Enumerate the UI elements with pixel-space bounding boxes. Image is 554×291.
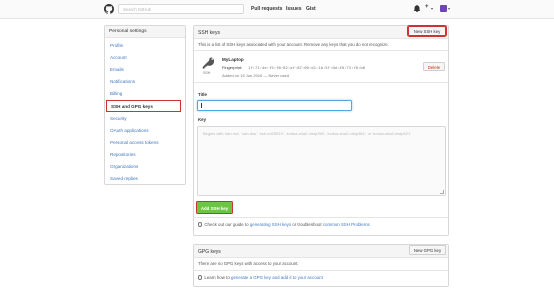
sidebar-item-ssh-gpg-keys[interactable]: SSH and GPG keys: [106, 100, 181, 112]
ssh-badge: SSH: [203, 71, 211, 75]
ssh-keys-description: This is a list of SSH keys associated wi…: [198, 42, 389, 47]
sidebar-item-personal-access-tokens[interactable]: Personal access tokens: [110, 140, 159, 145]
text-cursor: [201, 103, 202, 108]
info-icon: [198, 275, 203, 280]
delete-ssh-key-button[interactable]: Delete: [423, 62, 445, 71]
title-field[interactable]: [197, 100, 352, 111]
divider: [194, 217, 448, 218]
gpg-help-text: Learn how to generate a GPG key and add …: [198, 275, 323, 280]
sidebar-item-repositories[interactable]: Repositories: [110, 152, 136, 157]
gpg-keys-title: GPG keys: [198, 248, 221, 255]
generating-ssh-keys-link[interactable]: generating SSH keys: [250, 222, 291, 227]
key-field-label: Key: [198, 117, 207, 122]
resize-grip-icon[interactable]: [440, 190, 444, 194]
fingerprint-value: 1f:71:4e:f5:f6:82:af:67:09:d1:1b:5f:0d:4…: [248, 65, 366, 70]
generate-gpg-key-link[interactable]: generate a GPG key and add it to your ac…: [231, 275, 323, 280]
search-input[interactable]: Search GitHub: [118, 4, 244, 14]
ssh-help-text: Check out our guide to generating SSH ke…: [198, 222, 370, 227]
nav-gist[interactable]: Gist: [306, 6, 316, 12]
divider: [194, 50, 448, 51]
plus-icon[interactable]: +: [425, 4, 429, 10]
settings-sidebar: Personal settings Profile Account Emails…: [104, 25, 186, 185]
sidebar-item-emails[interactable]: Emails: [110, 67, 124, 72]
fingerprint-label: Fingerprint:: [222, 65, 243, 70]
key-textarea[interactable]: Begins with 'ssh-rsa', 'ssh-dss', 'ssh-e…: [197, 126, 446, 196]
divider: [194, 270, 448, 271]
ssh-keys-title: SSH keys: [198, 29, 220, 36]
sidebar-title: Personal settings: [105, 26, 185, 38]
ssh-key-name: MyLaptop: [222, 57, 244, 62]
new-gpg-key-button[interactable]: New GPG key: [409, 245, 446, 255]
sidebar-item-saved-replies[interactable]: Saved replies: [110, 176, 138, 181]
title-field-label: Title: [198, 92, 207, 97]
sidebar-item-profile[interactable]: Profile: [110, 43, 123, 48]
sidebar-item-account[interactable]: Account: [110, 55, 127, 60]
nav-pull-requests[interactable]: Pull requests: [251, 6, 282, 12]
new-ssh-key-button[interactable]: New SSH key: [407, 25, 447, 37]
sidebar-item-billing[interactable]: Billing: [110, 91, 122, 96]
key-textarea-placeholder: Begins with 'ssh-rsa', 'ssh-dss', 'ssh-e…: [203, 131, 411, 136]
gpg-empty-message: There are no GPG keys with access to you…: [198, 261, 299, 266]
site-header: Search GitHub Pull requests Issues Gist …: [0, 0, 554, 19]
key-added-date: Added on 15 Jun 2016 — Never used: [222, 73, 289, 78]
avatar-icon[interactable]: [440, 5, 447, 12]
info-icon: [198, 222, 203, 227]
chevron-down-icon[interactable]: ▾: [431, 6, 433, 11]
bell-icon[interactable]: [414, 5, 420, 12]
chevron-down-icon[interactable]: ▾: [448, 6, 450, 11]
sidebar-item-notifications[interactable]: Notifications: [110, 79, 135, 84]
search-placeholder: Search GitHub: [123, 7, 152, 12]
nav-issues[interactable]: Issues: [286, 6, 302, 12]
github-logo-icon[interactable]: [104, 4, 114, 14]
divider: [194, 82, 448, 83]
sidebar-item-security[interactable]: Security: [110, 116, 127, 121]
add-ssh-key-button[interactable]: Add SSH key: [196, 201, 233, 214]
key-icon: [202, 57, 214, 69]
sidebar-item-oauth-applications[interactable]: OAuth applications: [110, 128, 149, 133]
sidebar-item-organizations[interactable]: Organizations: [110, 164, 138, 169]
common-ssh-problems-link[interactable]: common SSH Problems: [323, 222, 370, 227]
